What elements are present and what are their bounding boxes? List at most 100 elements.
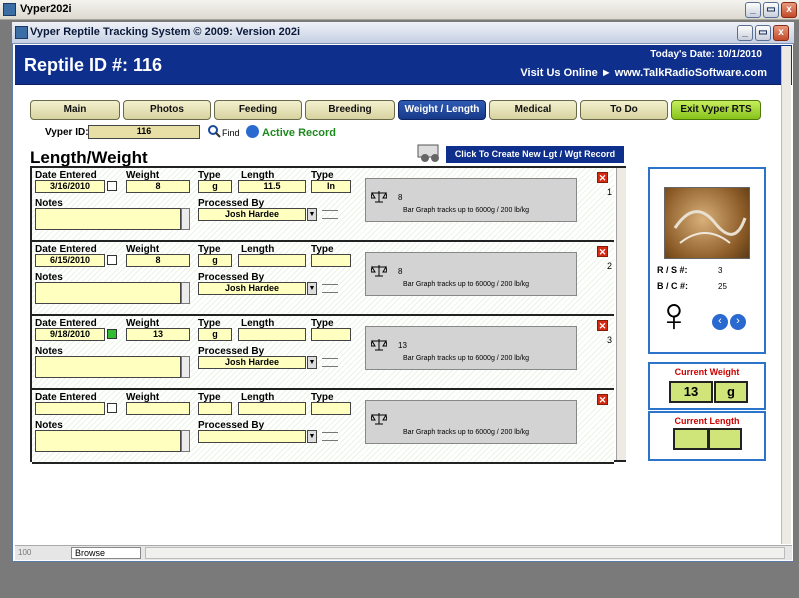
weight-type-field[interactable]: g [198,180,232,193]
processed-by-field[interactable]: Josh Hardee [198,208,306,221]
length-type-field[interactable] [311,254,351,267]
notes-scrollbar[interactable] [181,430,190,452]
records-scrollbar[interactable] [616,168,626,460]
status-bar: 100 Browse [15,545,792,560]
notes-field[interactable] [35,356,181,378]
processed-by-dropdown[interactable]: ▼ [307,430,317,443]
tab-medical[interactable]: Medical [489,100,577,120]
processed-by-field[interactable]: Josh Hardee [198,356,306,369]
tab-weight-length[interactable]: Weight / Length [398,100,486,120]
date-field[interactable]: 6/15/2010 [35,254,105,267]
search-icon[interactable] [207,124,221,138]
notes-scrollbar[interactable] [181,356,190,378]
zoom-level[interactable]: 100 [18,548,31,557]
bc-value: 25 [718,282,727,291]
weight-bar-graph [365,400,577,444]
processed-by-dropdown[interactable]: ▼ [307,356,317,369]
processed-by-field[interactable]: Josh Hardee [198,282,306,295]
active-record-label: Active Record [262,127,336,139]
weight-field[interactable] [126,402,190,415]
current-length-label: Current Length [674,416,740,426]
length-type-field[interactable]: In [311,180,351,193]
processed-by-dropdown[interactable]: ▼ [307,208,317,221]
tab-feeding[interactable]: Feeding [214,100,302,120]
minimize-button[interactable]: _ [745,2,761,18]
app-window-icon [15,26,28,39]
length-field[interactable] [238,402,306,415]
calendar-icon[interactable] [107,403,117,413]
record-index: 1 [607,187,613,197]
tab-to-do[interactable]: To Do [580,100,668,120]
graph-caption: Bar Graph tracks up to 6000g / 200 lb/kg [403,281,530,288]
list-icon[interactable] [322,432,338,441]
calendar-icon[interactable] [107,181,117,191]
create-record-button[interactable]: Click To Create New Lgt / Wgt Record [446,146,624,163]
weight-type-field[interactable]: g [198,254,232,267]
list-icon[interactable] [322,284,338,293]
rs-value: 3 [718,266,723,275]
length-field[interactable] [238,328,306,341]
delete-record-button[interactable]: ✕ [597,394,608,405]
weight-field[interactable]: 8 [126,180,190,193]
tab-main[interactable]: Main [30,100,120,120]
app-minimize-button[interactable]: _ [737,25,753,41]
weight-field[interactable]: 8 [126,254,190,267]
notes-field[interactable] [35,282,181,304]
list-icon[interactable] [322,358,338,367]
tab-photos[interactable]: Photos [123,100,211,120]
length-type-field[interactable] [311,328,351,341]
record-index: 3 [607,335,613,345]
weight-type-field[interactable]: g [198,328,232,341]
window-title-bar[interactable]: Vyper202i [0,0,799,20]
window-scrollbar[interactable] [781,46,791,544]
maximize-button[interactable]: ▭ [763,2,779,18]
graph-caption: Bar Graph tracks up to 6000g / 200 lb/kg [403,429,530,436]
app-close-button[interactable]: x [773,25,789,41]
calendar-icon[interactable] [107,329,117,339]
calendar-icon[interactable] [107,255,117,265]
app-title-bar[interactable]: Vyper Reptile Tracking System © 2009: Ve… [12,22,794,44]
find-label[interactable]: Find [222,128,240,138]
notes-scrollbar[interactable] [181,282,190,304]
delete-record-button[interactable]: ✕ [597,246,608,257]
next-photo-button[interactable]: › [730,314,746,330]
processed-by-field[interactable] [198,430,306,443]
length-field[interactable] [238,254,306,267]
female-gender-icon: ♀ [656,289,692,342]
notes-scrollbar[interactable] [181,208,190,230]
create-record-icon[interactable] [417,143,443,163]
tab-breeding[interactable]: Breeding [305,100,395,120]
list-icon[interactable] [322,210,338,219]
reptile-photo[interactable] [664,187,750,259]
rs-label: R / S #: [657,265,688,275]
horizontal-scrollbar[interactable] [145,547,785,559]
length-type-field[interactable] [311,402,351,415]
current-length-unit [708,428,742,450]
tab-exit[interactable]: Exit Vyper RTS [671,100,761,120]
website-link[interactable]: Visit Us Online ► www.TalkRadioSoftware.… [520,67,767,79]
vyper-id-field[interactable]: 116 [88,125,200,139]
delete-record-button[interactable]: ✕ [597,320,608,331]
weight-bar-graph [365,252,577,296]
close-button[interactable]: x [781,2,797,18]
weight-field[interactable]: 13 [126,328,190,341]
todays-date: Today's Date: 10/1/2010 [650,49,762,60]
processed-by-dropdown[interactable]: ▼ [307,282,317,295]
date-field[interactable] [35,402,105,415]
mode-select[interactable]: Browse [71,547,141,559]
refresh-icon[interactable] [246,125,259,138]
graph-value: 8 [398,193,403,202]
delete-record-button[interactable]: ✕ [597,172,608,183]
date-field[interactable]: 3/16/2010 [35,180,105,193]
date-field[interactable]: 9/18/2010 [35,328,105,341]
current-weight-label: Current Weight [674,367,740,377]
notes-field[interactable] [35,430,181,452]
scale-icon [370,338,388,352]
notes-field[interactable] [35,208,181,230]
app-maximize-button[interactable]: ▭ [755,25,771,41]
length-field[interactable]: 11.5 [238,180,306,193]
scale-icon [370,412,388,426]
record-index: 2 [607,261,613,271]
weight-type-field[interactable] [198,402,232,415]
prev-photo-button[interactable]: ‹ [712,314,728,330]
